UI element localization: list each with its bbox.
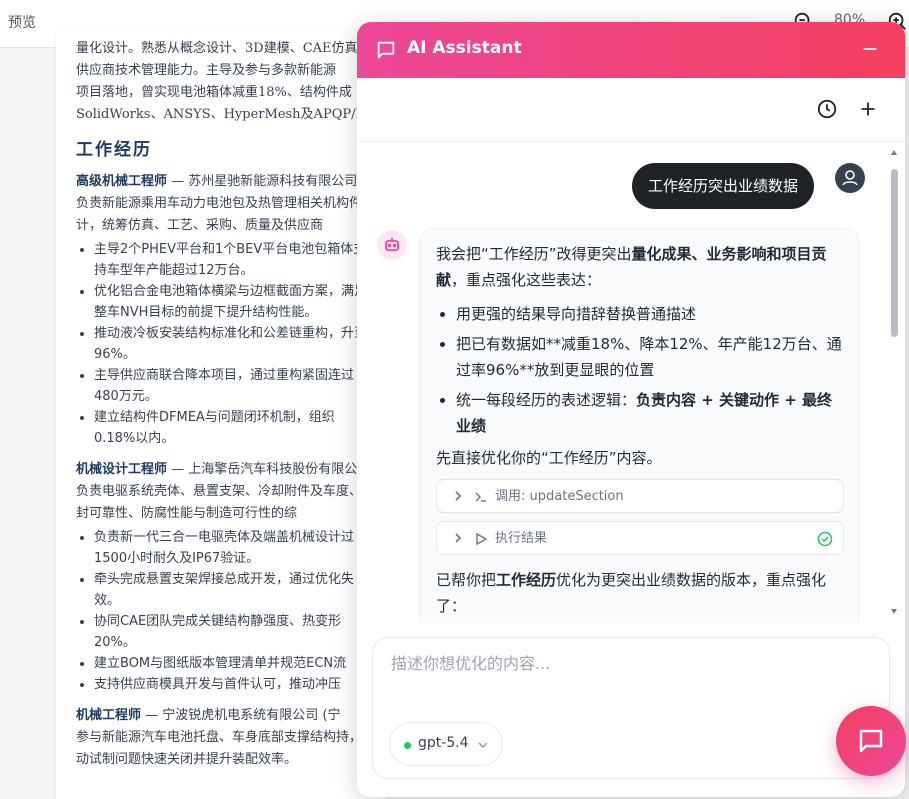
job-entry: 高级机械工程师 — 苏州星驰新能源科技有限公司 负责新能源乘用车动力电池包及热管…: [76, 171, 376, 449]
model-label: gpt-5.4: [418, 735, 469, 751]
new-chat-plus-icon[interactable]: [857, 98, 879, 120]
intro-line: SolidWorks、ANSYS、HyperMesh及APQP/P: [76, 107, 365, 122]
assistant-message-bubble: 我会把“工作经历”改得更突出量化成果、业务影响和项目贡献，重点强化这些表达： 用…: [419, 228, 859, 623]
user-message-bubble: 工作经历突出业绩数据: [632, 163, 815, 209]
reply-bullet: 用更强的结果导向措辞替换普通描述: [456, 301, 842, 327]
message-scrollbar[interactable]: [888, 149, 900, 619]
chat-icon: [859, 729, 883, 753]
intro-line: 量化设计。熟悉从概念设计、3D建模、CAE仿真: [76, 41, 358, 56]
scroll-thumb[interactable]: [891, 169, 898, 337]
scroll-down-arrow-icon[interactable]: [890, 607, 898, 615]
job-entry: 机械工程师 — 宁波锐虎机电系统有限公司 (宁 参与新能源汽车电池托盘、车身底部…: [76, 705, 376, 771]
user-avatar: [835, 163, 865, 193]
tool-call-label: 调用: updateSection: [495, 489, 624, 504]
panel-title: AI Assistant: [407, 38, 522, 58]
chat-fab-button[interactable]: [836, 706, 906, 776]
intro-line: 供应商技术管理能力。主导及参与多款新能源: [76, 63, 337, 78]
panel-header: AI Assistant: [357, 22, 905, 78]
message-list[interactable]: 工作经历突出业绩数据 我会把“工作经历”改得更突出量化成果、业务影响和项目贡献，…: [357, 143, 905, 623]
chat-icon: [377, 41, 395, 59]
resume-document: 量化设计。熟悉从概念设计、3D建模、CAE仿真 供应商技术管理能力。主导及参与多…: [56, 30, 386, 799]
job-bullet: 建立结构件DFMEA与问题闭环机制，组织0.18%以内。: [94, 407, 376, 449]
user-icon: [842, 170, 858, 186]
job-desc: 负责电驱系统壳体、悬置支架、冷却附件及车度、密封可靠性、防腐性能与制造可行性的综: [76, 484, 376, 521]
preview-title: 预览: [8, 15, 36, 31]
ai-assistant-panel: AI Assistant 工作经历突出业绩数据 我会把“工作经历”改得更突出量化…: [357, 22, 905, 797]
job-bullet: 支持供应商模具开发与首件认可，推动冲压: [94, 674, 376, 695]
bot-avatar: [377, 230, 407, 260]
job-role: 高级机械工程师: [76, 174, 168, 189]
tool-call-row[interactable]: 调用: updateSection: [436, 479, 844, 513]
job-entry: 机械设计工程师 — 上海擎岳汽车科技股份有限公司 负责电驱系统壳体、悬置支架、冷…: [76, 459, 376, 695]
job-role: 机械设计工程师: [76, 462, 168, 477]
history-icon[interactable]: [816, 98, 838, 120]
minimize-icon[interactable]: [859, 38, 881, 60]
job-role: 机械工程师: [76, 708, 142, 723]
message-composer: gpt-5.4: [372, 637, 890, 779]
job-bullet: 建立BOM与图纸版本管理清单并规范ECN流: [94, 653, 376, 674]
job-desc: 负责新能源乘用车动力电池包及热管理相关机构件设计，统筹仿真、工艺、采购、质量及供…: [76, 196, 376, 233]
message-input[interactable]: [391, 650, 871, 710]
job-bullet: 推动液冷板安装结构标准化和公差链重构，升至96%。: [94, 323, 376, 365]
job-company: — 宁波锐虎机电系统有限公司 (宁: [141, 708, 341, 723]
panel-toolbar: [357, 78, 905, 142]
job-bullet: 主导2个PHEV平台和1个BEV平台电池包箱体支持车型年产能超过12万台。: [94, 239, 376, 281]
chevron-right-icon: [455, 491, 462, 501]
job-bullet: 协同CAE团队完成关键结构静强度、热变形20%。: [94, 611, 376, 653]
job-bullet: 主导供应商联合降本项目，通过重构紧固连过480万元。: [94, 365, 376, 407]
tool-result-label: 执行结果: [495, 531, 548, 546]
reply-paragraph: 先直接优化你的“工作经历”内容。: [436, 449, 662, 467]
tool-result-row[interactable]: 执行结果: [436, 521, 844, 555]
success-check-icon: [817, 531, 833, 547]
chevron-right-icon: [455, 533, 462, 543]
reply-bullet: 统一每段经历的表述逻辑：负责内容 + 关键动作 + 最终业绩: [456, 387, 842, 439]
bot-icon: [385, 238, 399, 251]
play-icon: [476, 532, 488, 546]
job-company: — 苏州星驰新能源科技有限公司: [167, 174, 358, 189]
section-title-work-experience: 工作经历: [76, 140, 152, 160]
intro-line: 项目落地，曾实现电池箱体减重18%、结构件成: [76, 85, 352, 100]
terminal-icon: [475, 492, 486, 502]
job-bullet: 牵头完成悬置支架焊接总成开发，通过优化失效。: [94, 569, 376, 611]
model-status-dot: [404, 742, 411, 749]
reply-bullet: 把已有数据如**减重18%、降本12%、年产能12万台、通过率96%**放到更显…: [456, 331, 842, 383]
reply-paragraph: 我会把“工作经历”改得更突出量化成果、业务影响和项目贡献，重点强化这些表达：: [436, 245, 827, 289]
scroll-up-arrow-icon[interactable]: [890, 149, 898, 157]
chevron-down-icon: [478, 742, 488, 749]
job-desc: 参与新能源汽车电池托盘、车身底部支撑结构持，推动试制问题快速关闭并提升装配效率。: [76, 730, 376, 767]
model-selector[interactable]: gpt-5.4: [389, 722, 503, 766]
job-company: — 上海擎岳汽车科技股份有限公司: [167, 462, 371, 477]
job-bullet: 优化铝合金电池箱体横梁与边框截面方案，满足整车NVH目标的前提下提升结构性能。: [94, 281, 376, 323]
job-bullet: 负责新一代三合一电驱壳体及端盖机械设计过1500小时耐久及IP67验证。: [94, 527, 376, 569]
reply-paragraph: 已帮你把工作经历优化为更突出业绩数据的版本，重点强化了：: [436, 571, 827, 615]
